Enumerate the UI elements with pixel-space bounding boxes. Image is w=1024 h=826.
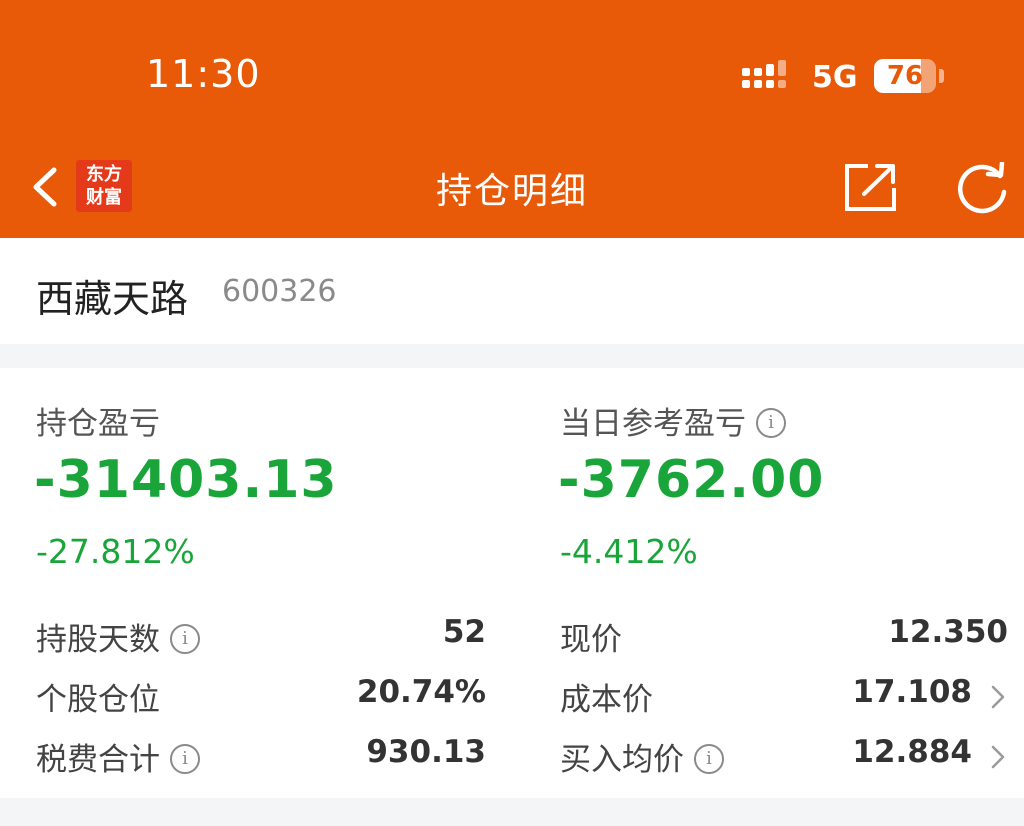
info-icon[interactable]: i [756, 407, 786, 438]
share-icon[interactable] [844, 162, 898, 212]
avg-buy-price-label[interactable]: 买入均价 i [560, 734, 724, 779]
holding-days-label-text: 持股天数 [36, 622, 160, 658]
battery-nub [939, 69, 944, 83]
position-pl-label: 持仓盈亏 [36, 406, 160, 442]
daily-pl-label-text: 当日参考盈亏 [560, 406, 746, 442]
daily-pl-label: 当日参考盈亏 i [560, 398, 786, 443]
position-summary-card: 持仓盈亏 -31403.13 -27.812% 当日参考盈亏 i -3762.00… [0, 368, 1024, 798]
app-header: 11:30 5G 76 东方 财富 持仓明细 [0, 0, 1024, 238]
stock-name: 西藏天路 [36, 277, 189, 321]
current-price-value: 12.350 [888, 614, 1008, 650]
info-icon[interactable]: i [694, 743, 724, 774]
stock-info-bar: 西藏天路 600326 [0, 238, 1024, 344]
status-time: 11:30 [146, 52, 261, 96]
position-ratio-value: 20.74% [356, 674, 486, 710]
position-ratio-label: 个股仓位 [36, 682, 160, 718]
total-fees-label: 税费合计 i [36, 734, 200, 779]
holding-days-value: 52 [442, 614, 486, 650]
total-fees-label-text: 税费合计 [36, 742, 160, 778]
network-type: 5G [812, 60, 858, 95]
avg-buy-price-value[interactable]: 12.884 [852, 734, 972, 770]
signal-strength-icon [742, 60, 786, 88]
refresh-icon[interactable] [954, 162, 1010, 214]
daily-pl-value: -3762.00 [558, 450, 825, 510]
current-price-label: 现价 [560, 622, 622, 658]
battery-icon: 76 [874, 59, 936, 93]
chevron-right-icon[interactable] [990, 684, 1006, 710]
cost-price-value[interactable]: 17.108 [852, 674, 972, 710]
cost-price-label[interactable]: 成本价 [560, 674, 653, 719]
stock-code: 600326 [222, 274, 337, 309]
info-icon[interactable]: i [170, 623, 200, 654]
avg-buy-price-label-text: 买入均价 [560, 742, 684, 778]
chevron-right-icon[interactable] [990, 744, 1006, 770]
daily-pl-pct: -4.412% [560, 532, 698, 571]
position-pl-pct: -27.812% [36, 532, 195, 571]
holding-days-label: 持股天数 i [36, 614, 200, 659]
battery-level: 76 [886, 61, 924, 91]
info-icon[interactable]: i [170, 743, 200, 774]
position-pl-value: -31403.13 [34, 450, 338, 510]
total-fees-value: 930.13 [366, 734, 486, 770]
